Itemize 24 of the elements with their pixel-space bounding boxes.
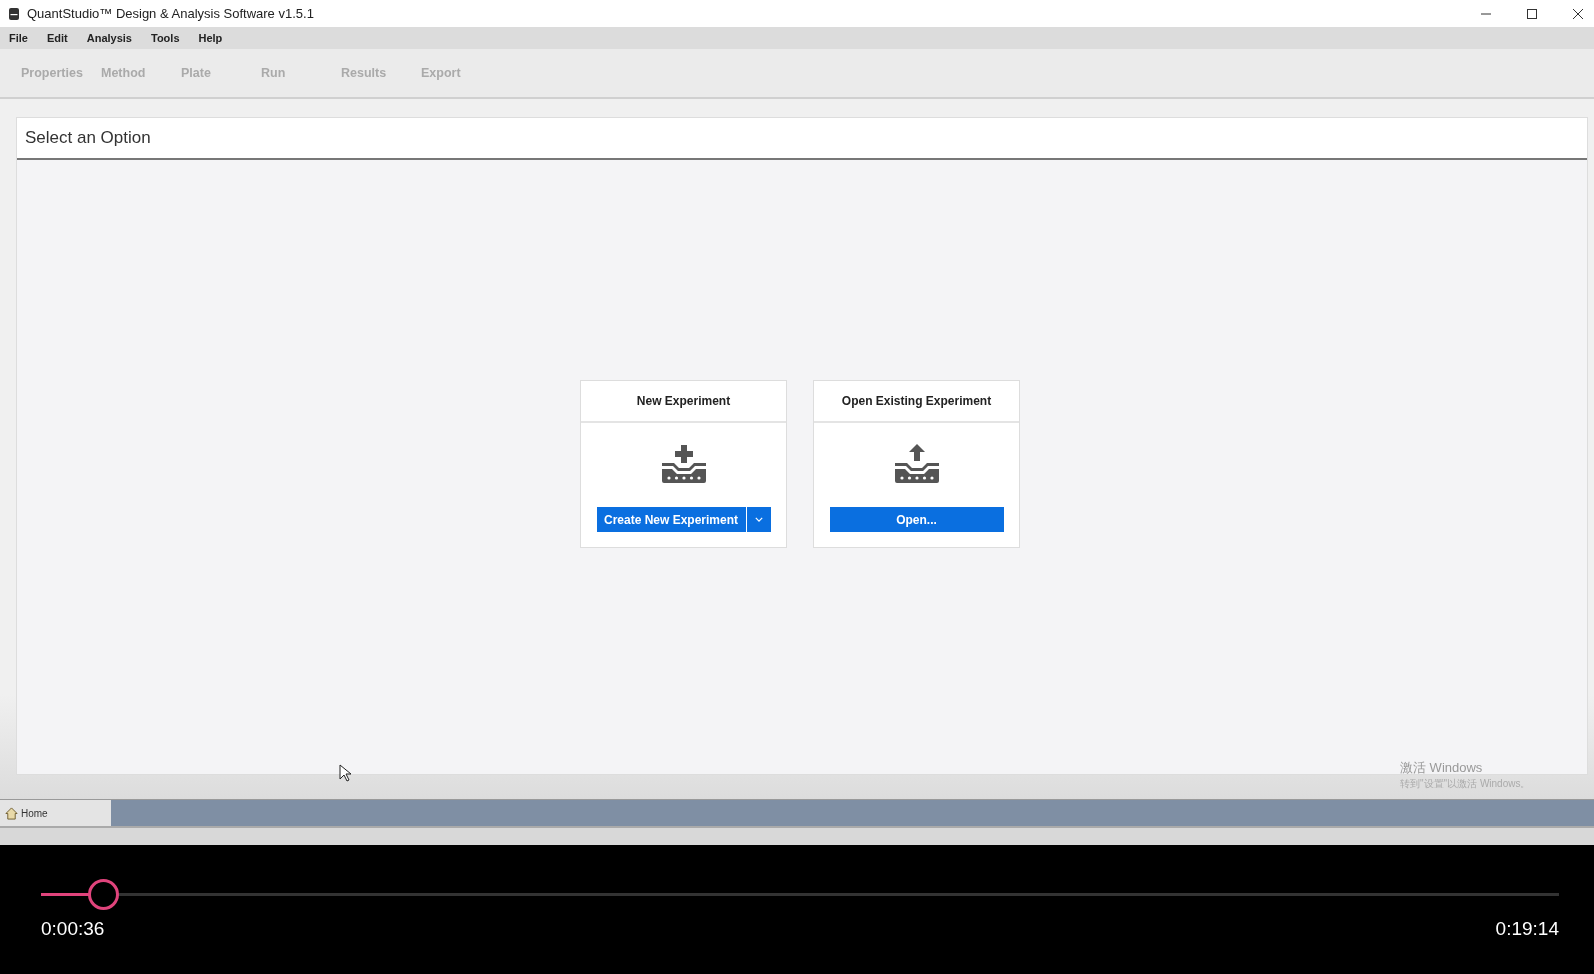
card-title: New Experiment	[636, 394, 731, 408]
menu-item[interactable]: Help	[198, 32, 223, 44]
total-time: 0:19:14	[1495, 918, 1559, 940]
dropdown-button[interactable]	[746, 507, 771, 532]
seek-thumb[interactable]	[88, 879, 120, 910]
menu-item[interactable]: Analysis	[86, 32, 132, 44]
caret-icon	[754, 517, 763, 522]
maximize-icon[interactable]	[1526, 7, 1538, 20]
card-title: Open Existing Experiment	[841, 394, 992, 408]
window-title: QuantStudio™ Design & Analysis Software v1.5.1	[27, 6, 314, 21]
menu-item[interactable]: Tools	[151, 32, 180, 44]
action-button[interactable]: Create New Experiment	[596, 507, 746, 532]
close-icon[interactable]	[1572, 7, 1584, 20]
home-tab[interactable]: Home	[0, 800, 111, 826]
menu-item[interactable]: File	[9, 32, 28, 44]
plate-upload-icon	[892, 443, 941, 483]
app-icon	[8, 6, 20, 21]
action-button[interactable]: Open...	[829, 507, 1004, 532]
activation-title: 激活 Windows	[1400, 759, 1484, 777]
plate-add-icon	[659, 443, 708, 483]
house-icon	[5, 806, 18, 820]
elapsed-time: 0:00:36	[41, 918, 105, 940]
panel-title: Select an Option	[25, 128, 151, 148]
menu-item[interactable]: Edit	[46, 32, 68, 44]
